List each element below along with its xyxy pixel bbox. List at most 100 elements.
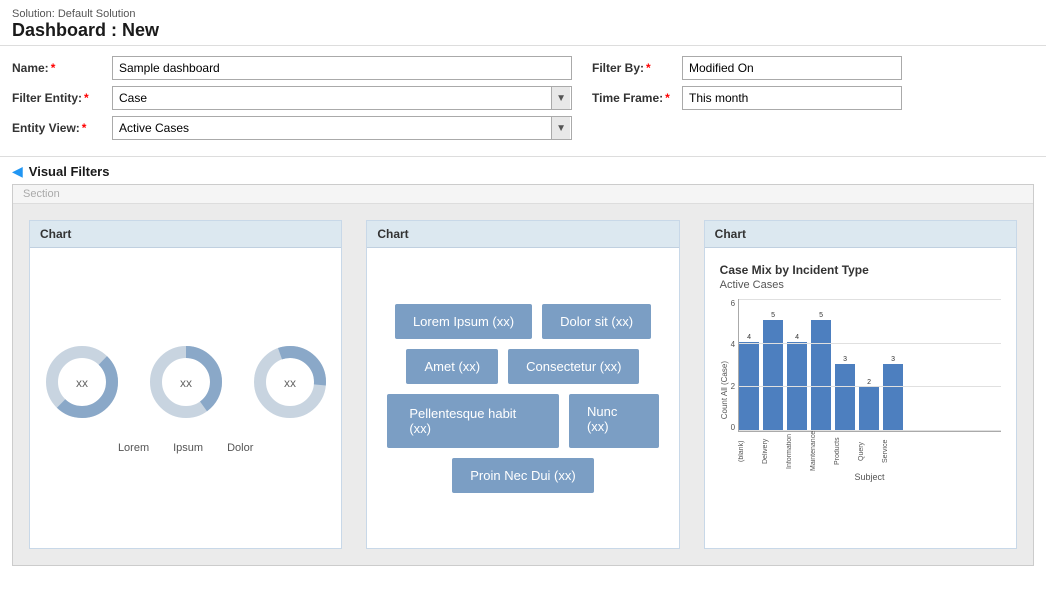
filter-entity-label: Filter Entity:*	[12, 91, 112, 105]
tag-proin[interactable]: Proin Nec Dui (xx)	[452, 458, 593, 493]
svg-text:xx: xx	[284, 376, 296, 390]
bar-query	[859, 387, 879, 431]
bar-col-blank: 4	[739, 334, 759, 431]
svg-text:xx: xx	[180, 376, 192, 390]
chart-panel-3: Chart Case Mix by Incident Type Active C…	[704, 220, 1017, 549]
bars-area: 4 5	[738, 299, 1001, 432]
collapse-icon[interactable]: ◀	[12, 163, 23, 180]
bars-wrapper: 4 5	[738, 299, 1001, 482]
y-label-4: 4	[731, 340, 735, 349]
name-input[interactable]	[112, 56, 572, 80]
bar-col-information: 4	[787, 334, 807, 431]
tag-lorem-ipsum[interactable]: Lorem Ipsum (xx)	[395, 304, 532, 339]
bar-service	[883, 364, 903, 431]
entity-view-label: Entity View:*	[12, 121, 112, 135]
x-label-maintenance: Maintenance	[810, 432, 830, 470]
chart2-header: Chart	[367, 221, 678, 248]
charts-outer: Section Chart xx	[12, 184, 1034, 566]
x-axis-title: Subject	[738, 472, 1001, 482]
name-row: Name:*	[12, 56, 572, 80]
donut-container: xx xx	[40, 342, 331, 454]
bar-value-blank: 4	[747, 334, 751, 341]
form-right: Filter By:* Time Frame:*	[592, 56, 1034, 116]
bar-value-information: 4	[795, 334, 799, 341]
bar-chart-subtitle: Active Cases	[720, 279, 1001, 291]
filter-entity-select-wrapper: Case ▼	[112, 86, 572, 110]
gridline-6	[739, 299, 1001, 300]
donut-chart-2: xx	[146, 342, 226, 422]
bar-value-maintenance: 5	[819, 312, 823, 319]
bar-chart-title: Case Mix by Incident Type	[720, 263, 1001, 277]
tag-cloud: Lorem Ipsum (xx) Dolor sit (xx) Amet (xx…	[377, 294, 668, 503]
form-left: Name:* Filter Entity:* Case ▼ Entity Vie…	[12, 56, 572, 146]
x-label-information: Information	[786, 432, 806, 470]
donuts-row: xx xx	[42, 342, 330, 422]
time-frame-label: Time Frame:*	[592, 91, 682, 105]
tag-row-3: Pellentesque habit (xx) Nunc (xx)	[387, 394, 658, 448]
y-axis-title-wrapper: Count All (Case)	[720, 299, 729, 482]
time-frame-row: Time Frame:*	[592, 86, 1034, 110]
chart1-body: xx xx	[30, 248, 341, 548]
visual-filters-section: ◀ Visual Filters Section Chart	[12, 157, 1034, 566]
bar-chart: Case Mix by Incident Type Active Cases C…	[715, 258, 1006, 487]
y-axis-title: Count All (Case)	[720, 361, 729, 419]
tag-consectetur[interactable]: Consectetur (xx)	[508, 349, 639, 384]
donut-item-3: xx	[250, 342, 330, 422]
chart3-body: Case Mix by Incident Type Active Cases C…	[705, 248, 1016, 548]
time-frame-input[interactable]	[682, 86, 902, 110]
bar-col-maintenance: 5	[811, 312, 831, 431]
donut-item-1: xx	[42, 342, 122, 422]
x-labels: (blank) Delivery Information Maintenance…	[738, 432, 1001, 470]
bar-col-delivery: 5	[763, 312, 783, 431]
form-section: Name:* Filter Entity:* Case ▼ Entity Vie…	[0, 46, 1046, 157]
visual-filters-title: Visual Filters	[29, 164, 110, 179]
y-labels: 6 4 2 0	[731, 299, 738, 474]
name-label: Name:*	[12, 61, 112, 75]
panels-row: Chart xx	[13, 204, 1033, 565]
tag-row-4: Proin Nec Dui (xx)	[452, 458, 593, 493]
filter-by-row: Filter By:*	[592, 56, 1034, 80]
bar-value-products: 3	[843, 356, 847, 363]
filter-by-label: Filter By:*	[592, 61, 682, 75]
bar-information	[787, 342, 807, 431]
bar-products	[835, 364, 855, 431]
x-label-service: Service	[882, 432, 902, 470]
page-title: Dashboard : New	[12, 20, 1034, 41]
donut-item-2: xx	[146, 342, 226, 422]
bar-value-delivery: 5	[771, 312, 775, 319]
entity-view-row: Entity View:* Active Cases ▼	[12, 116, 572, 140]
donut-label-2: Ipsum	[173, 442, 203, 454]
solution-label: Solution: Default Solution	[12, 8, 1034, 20]
tag-dolor-sit[interactable]: Dolor sit (xx)	[542, 304, 651, 339]
filter-by-input[interactable]	[682, 56, 902, 80]
chart3-header: Chart	[705, 221, 1016, 248]
tag-pellentesque[interactable]: Pellentesque habit (xx)	[387, 394, 559, 448]
y-label-2: 2	[731, 382, 735, 391]
tag-row-2: Amet (xx) Consectetur (xx)	[406, 349, 639, 384]
svg-text:xx: xx	[76, 376, 88, 390]
filter-entity-select[interactable]: Case	[112, 86, 572, 110]
bar-blank	[739, 342, 759, 431]
visual-filters-header: ◀ Visual Filters	[12, 157, 1034, 184]
chart-panel-2: Chart Lorem Ipsum (xx) Dolor sit (xx) Am…	[366, 220, 679, 549]
y-label-6: 6	[731, 299, 735, 308]
tag-amet[interactable]: Amet (xx)	[406, 349, 498, 384]
bar-value-query: 2	[867, 379, 871, 386]
donut-chart-1: xx	[42, 342, 122, 422]
chart2-body: Lorem Ipsum (xx) Dolor sit (xx) Amet (xx…	[367, 248, 678, 548]
x-label-products: Products	[834, 432, 854, 470]
x-label-query: Query	[858, 432, 878, 470]
tag-nunc[interactable]: Nunc (xx)	[569, 394, 659, 448]
y-label-0: 0	[731, 423, 735, 432]
bar-col-products: 3	[835, 356, 855, 431]
header: Solution: Default Solution Dashboard : N…	[0, 0, 1046, 46]
section-label: Section	[13, 185, 1033, 204]
bar-delivery	[763, 320, 783, 431]
bar-chart-area: Count All (Case) 6 4 2 0	[720, 299, 1001, 482]
bar-maintenance	[811, 320, 831, 431]
bar-value-service: 3	[891, 356, 895, 363]
entity-view-select[interactable]: Active Cases	[112, 116, 572, 140]
tag-row-1: Lorem Ipsum (xx) Dolor sit (xx)	[395, 304, 651, 339]
donut-label-3: Dolor	[227, 442, 253, 454]
donut-labels-row: Lorem Ipsum Dolor	[118, 442, 253, 454]
